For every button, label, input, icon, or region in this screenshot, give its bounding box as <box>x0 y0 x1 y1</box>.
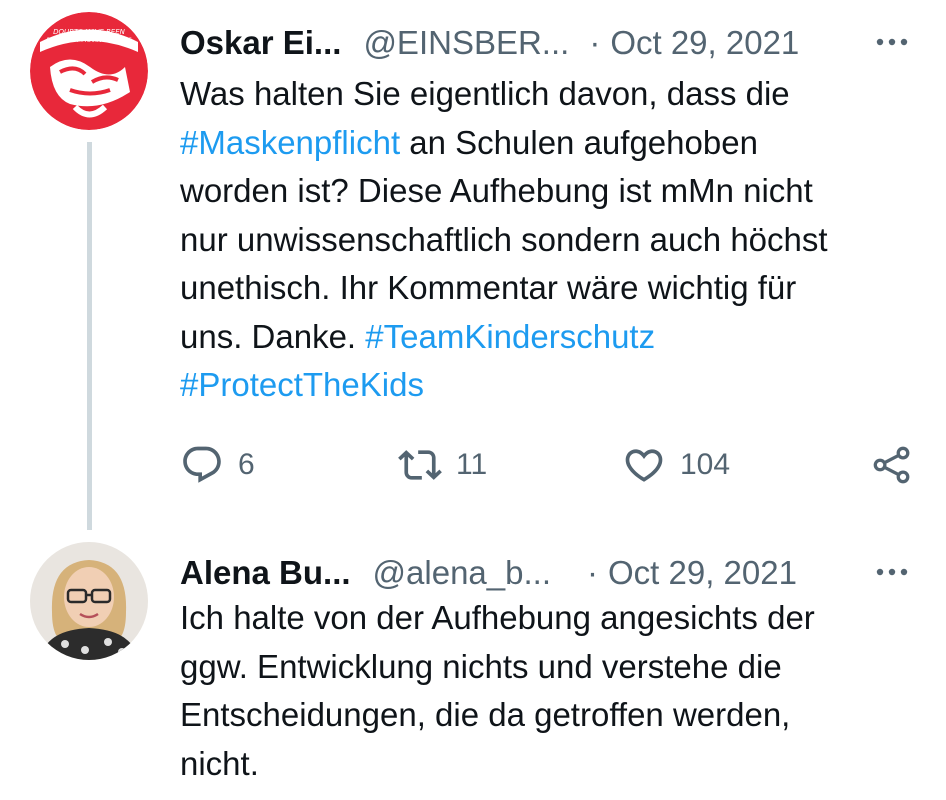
hashtag-protectthekids[interactable]: #ProtectTheKids <box>180 366 424 403</box>
author-name[interactable]: Oskar Ei... <box>180 24 341 62</box>
hashtag-maskenpflicht[interactable]: #Maskenpflicht <box>180 124 400 161</box>
tweet-text-line: nur unwissenschaftlich sondern auch höch… <box>180 220 828 258</box>
avatar-oskar[interactable]: DOUBTS HAVE BEEN PLACED BY MOVING IMAGES <box>30 12 148 130</box>
like-count: 104 <box>680 448 731 481</box>
avatar-image <box>30 542 148 660</box>
share-button[interactable] <box>870 440 914 490</box>
tweet-alena[interactable]: Alena Bu... @alena_b... · Oct 29, 2021 I… <box>0 530 946 800</box>
tweet-text-line: worden ist? Diese Aufhebung ist mMn nich… <box>180 172 813 209</box>
thread-line <box>87 142 92 530</box>
tweet-date[interactable]: Oct 29, 2021 <box>610 24 799 62</box>
hashtag-teamkinderschutz[interactable]: #TeamKinderschutz <box>365 318 655 355</box>
author-handle[interactable]: @alena_b... <box>373 554 551 592</box>
retweet-button[interactable]: 11 <box>398 440 487 490</box>
more-options-button[interactable] <box>872 24 912 60</box>
tweet-text-line: nicht. <box>180 744 259 782</box>
tweet-text: Ich halte von der Aufhebung angesichts d… <box>180 594 920 788</box>
reply-count: 6 <box>238 448 255 481</box>
tweet-text-line: unethisch. Ihr Kommentar wäre wichtig fü… <box>180 269 797 306</box>
retweet-count: 11 <box>456 448 488 481</box>
heart-icon <box>625 449 663 482</box>
tweet-text-line: an Schulen aufgehoben <box>400 123 758 161</box>
tweet-text-line: ggw. Entwicklung nichts und verstehe die <box>180 647 782 685</box>
avatar-image: DOUBTS HAVE BEEN PLACED BY MOVING IMAGES <box>30 12 148 130</box>
more-options-button[interactable] <box>872 554 912 590</box>
separator: · <box>587 554 598 591</box>
ellipsis-icon <box>876 38 908 46</box>
reply-button[interactable]: 6 <box>180 440 255 490</box>
tweet-text-line: Was halten Sie eigentlich davon, dass di… <box>180 75 790 112</box>
retweet-icon <box>398 450 442 480</box>
tweet-date[interactable]: Oct 29, 2021 <box>608 554 797 592</box>
tweet-text: Was halten Sie eigentlich davon, dass di… <box>180 70 920 410</box>
share-icon <box>873 446 910 484</box>
svg-text:PLACED BY MOVING IMAGES: PLACED BY MOVING IMAGES <box>46 37 131 44</box>
like-button[interactable]: 104 <box>622 440 730 490</box>
avatar-alena[interactable] <box>30 542 148 660</box>
author-handle[interactable]: @EINSBER... <box>363 24 569 62</box>
separator: · <box>589 24 601 61</box>
tweet-text-line: Entscheidungen, die da getroffen werden, <box>180 696 791 733</box>
tweet-text-line: uns. Danke. <box>180 317 366 355</box>
author-name[interactable]: Alena Bu... <box>180 554 351 592</box>
speech-bubble-icon <box>183 446 221 483</box>
avatar-lettering: DOUBTS HAVE BEEN <box>53 28 126 36</box>
tweet-header: Oskar Ei... @EINSBER... · Oct 29, 2021 <box>180 20 926 66</box>
tweet-actions: 6 11 104 <box>180 440 920 490</box>
tweet-header: Alena Bu... @alena_b... · Oct 29, 2021 <box>180 550 926 596</box>
ellipsis-icon <box>876 568 908 576</box>
tweet-oskar[interactable]: DOUBTS HAVE BEEN PLACED BY MOVING IMAGES… <box>0 0 946 530</box>
tweet-text-line: Ich halte von der Aufhebung angesichts d… <box>180 599 815 636</box>
